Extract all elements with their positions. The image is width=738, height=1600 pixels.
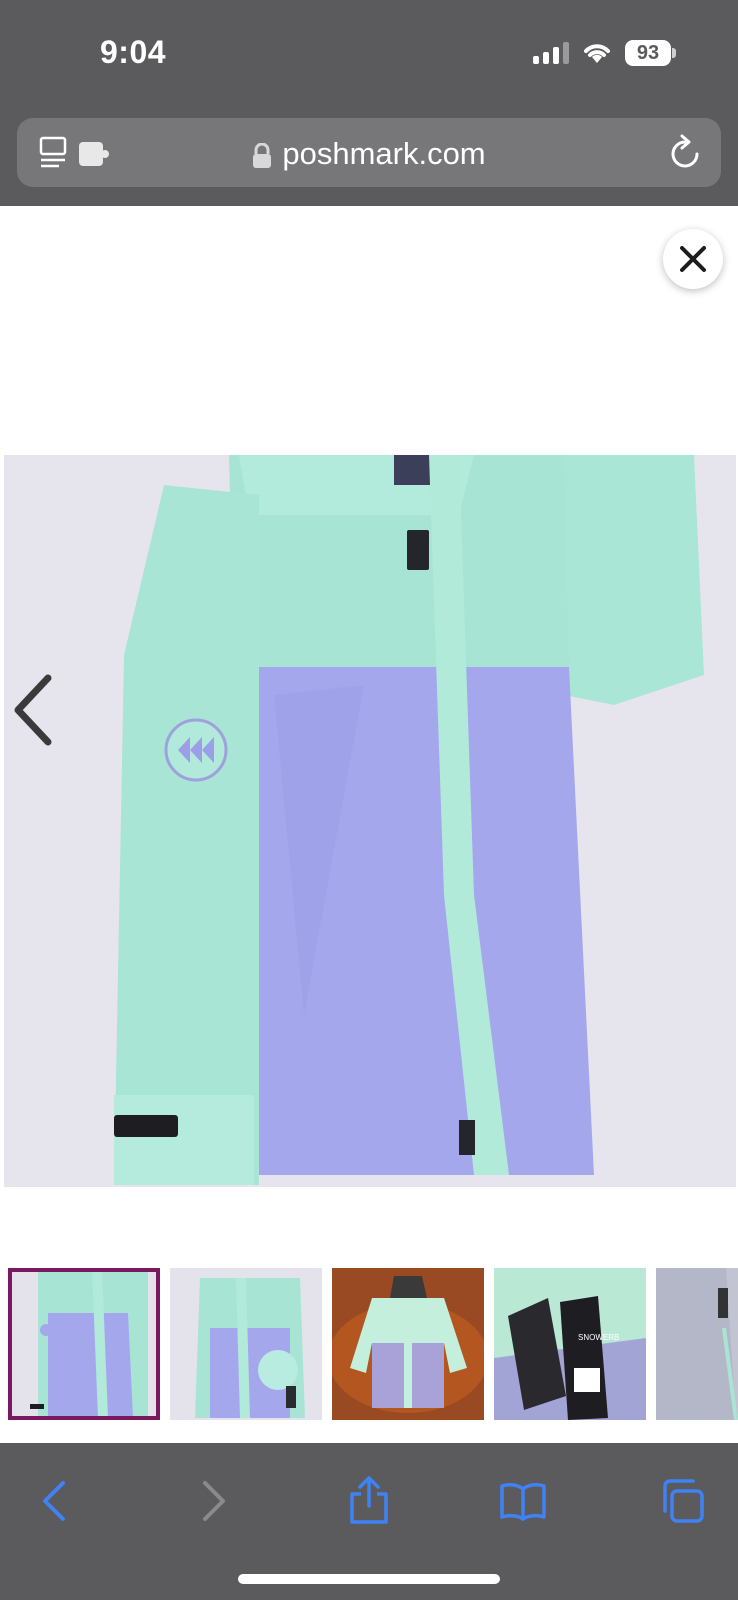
- url-text: poshmark.com: [282, 136, 486, 171]
- bookmarks-icon: [500, 1483, 546, 1521]
- thumbnail-4-tag-text: SNOWERB: [578, 1333, 619, 1342]
- forward-icon: [203, 1481, 225, 1521]
- thumbnail-1[interactable]: [8, 1268, 160, 1420]
- main-product-photo[interactable]: [4, 455, 736, 1187]
- browser-top-chrome: 9:04 93 poshmark.com: [0, 0, 738, 206]
- address-bar[interactable]: poshmark.com: [17, 118, 721, 187]
- status-time: 9:04: [100, 34, 167, 70]
- back-icon: [43, 1481, 65, 1521]
- url-display[interactable]: poshmark.com: [17, 136, 721, 172]
- battery-level: 93: [625, 40, 671, 66]
- thumbnail-5[interactable]: [656, 1268, 738, 1420]
- thumbnail-2[interactable]: [170, 1268, 322, 1420]
- share-button[interactable]: [341, 1473, 397, 1529]
- lock-icon: [253, 142, 272, 168]
- bookmarks-button[interactable]: [495, 1473, 551, 1529]
- jacket-photo: [4, 455, 736, 1187]
- status-icons: 93: [533, 40, 676, 66]
- tabs-button[interactable]: [654, 1473, 710, 1529]
- forward-button[interactable]: [186, 1473, 242, 1529]
- cellular-signal-icon: [533, 42, 569, 64]
- tabs-icon: [663, 1479, 704, 1523]
- close-icon: [680, 246, 706, 272]
- thumbnail-strip: SNOWERB: [6, 1268, 738, 1422]
- thumbnail-3[interactable]: [332, 1268, 484, 1420]
- previous-photo-button[interactable]: [10, 674, 56, 751]
- home-indicator[interactable]: [238, 1574, 500, 1584]
- chevron-left-icon: [14, 674, 52, 746]
- wifi-icon: [584, 44, 610, 63]
- battery-icon: 93: [625, 40, 676, 66]
- close-button[interactable]: [663, 229, 723, 289]
- share-icon: [350, 1476, 388, 1524]
- back-button[interactable]: [26, 1473, 82, 1529]
- reload-icon[interactable]: [667, 134, 703, 172]
- thumbnail-4[interactable]: SNOWERB: [494, 1268, 646, 1420]
